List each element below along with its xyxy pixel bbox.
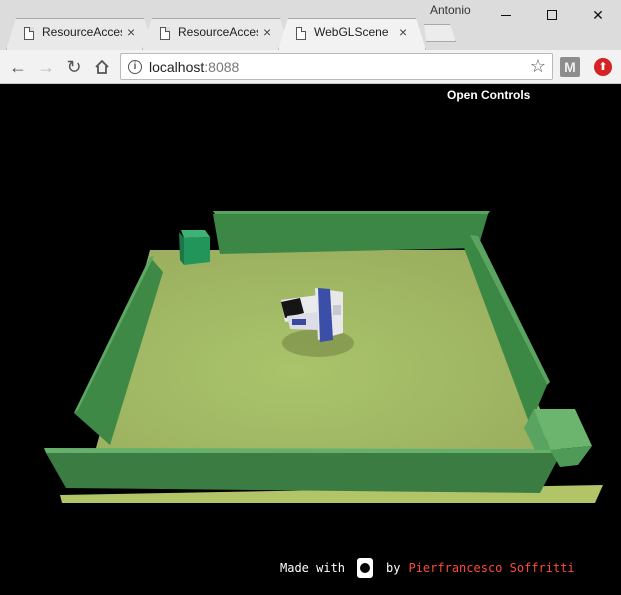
back-wall-top — [213, 211, 490, 214]
document-icon — [160, 27, 170, 40]
made-with-text: Made with — [280, 561, 346, 575]
maximize-button[interactable] — [529, 0, 575, 30]
reload-icon: ↻ — [66, 56, 82, 77]
home-button[interactable] — [90, 55, 114, 79]
home-icon — [95, 59, 109, 74]
arrow-left-icon: ← — [9, 56, 27, 77]
robot-detail — [292, 319, 306, 325]
tab-resourceaccess-2[interactable]: ResourceAccess × — [142, 18, 290, 50]
document-icon — [24, 27, 34, 40]
tab-resourceaccess-1[interactable]: ResourceAccess × — [6, 18, 154, 50]
reload-button[interactable]: ↻ — [62, 55, 86, 79]
author-link[interactable]: Pierfrancesco Soffritti — [408, 561, 574, 575]
3d-scene — [44, 211, 603, 503]
back-button[interactable]: ← — [6, 55, 30, 79]
tab-title: ResourceAccess — [42, 25, 122, 39]
back-wall — [213, 214, 488, 254]
tab-title: WebGLScene — [314, 25, 389, 39]
url-host: localhost — [149, 59, 205, 75]
profile-name[interactable]: Antonio — [430, 3, 471, 17]
extension-upload-icon[interactable]: ⬆ — [594, 58, 612, 76]
minimize-button[interactable] — [483, 0, 529, 30]
footer-credit: Made with by Pierfrancesco Soffritti — [280, 558, 575, 578]
url-text[interactable]: localhost:8088 — [149, 59, 239, 75]
forward-button[interactable]: → — [34, 55, 58, 79]
browser-toolbar: ← → ↻ i localhost:8088 ☆ M ⬆ — [0, 50, 621, 84]
tab-close-icon[interactable]: × — [127, 24, 135, 40]
minimize-icon — [501, 14, 511, 16]
close-icon: ✕ — [592, 6, 604, 23]
front-wall — [46, 453, 561, 493]
browser-window: Antonio ✕ ResourceAccess × ResourceAcces… — [0, 0, 621, 595]
bookmark-star-icon[interactable]: ☆ — [530, 56, 546, 77]
robot-detail — [333, 305, 341, 315]
washing-machine-icon — [357, 558, 374, 578]
arrow-right-icon: → — [37, 56, 55, 77]
info-icon[interactable]: i — [128, 60, 142, 74]
tab-webglscene[interactable]: WebGLScene × — [278, 18, 426, 50]
open-controls-button[interactable]: Open Controls — [447, 88, 530, 102]
webgl-canvas[interactable]: Open Controls Made with by Pierfrancesco… — [0, 85, 621, 595]
cube-front — [184, 237, 210, 265]
document-icon — [296, 27, 306, 40]
cube-top — [181, 230, 210, 238]
maximize-icon — [547, 10, 557, 20]
tab-close-icon[interactable]: × — [263, 24, 271, 40]
url-port: :8088 — [204, 59, 240, 75]
address-bar[interactable]: i localhost:8088 ☆ — [120, 53, 553, 80]
extension-m-icon[interactable]: M — [560, 57, 580, 77]
tab-title: ResourceAccess — [178, 25, 258, 39]
title-bar: Antonio ✕ ResourceAccess × ResourceAcces… — [0, 0, 621, 50]
tab-close-icon[interactable]: × — [399, 24, 407, 40]
by-text: by — [386, 561, 401, 575]
close-window-button[interactable]: ✕ — [575, 0, 621, 30]
